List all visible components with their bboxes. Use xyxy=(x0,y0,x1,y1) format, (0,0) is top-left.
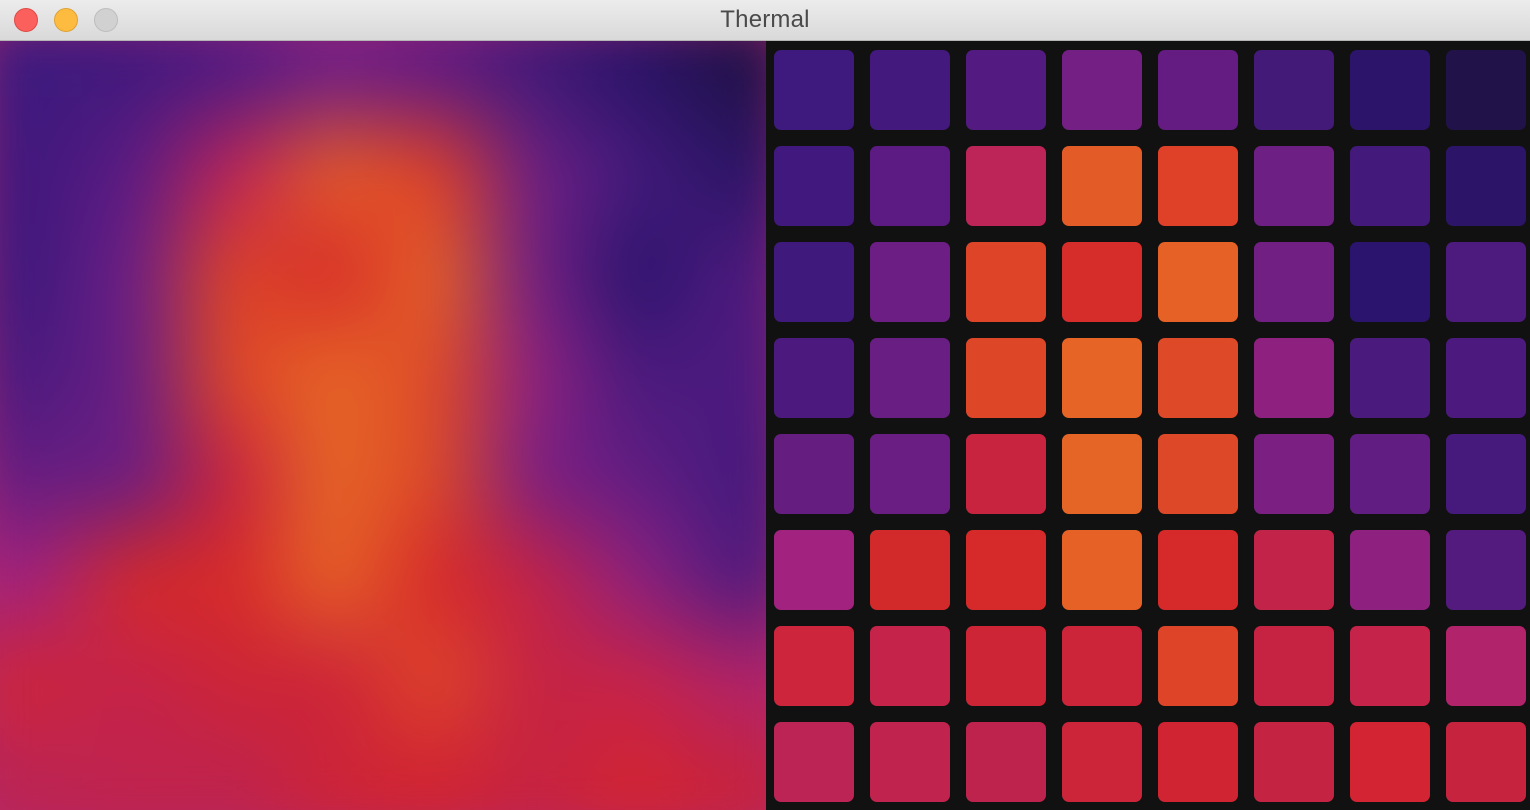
sensor-pixel-grid xyxy=(766,41,1530,810)
heatmap-canvas xyxy=(0,41,766,810)
sensor-cell-r6-c7 xyxy=(1446,626,1526,706)
sensor-cell-r3-c1 xyxy=(870,338,950,418)
sensor-cell-r5-c0 xyxy=(774,530,854,610)
sensor-cell-r5-c7 xyxy=(1446,530,1526,610)
sensor-cell-r4-c5 xyxy=(1254,434,1334,514)
sensor-cell-r5-c2 xyxy=(966,530,1046,610)
sensor-cell-r3-c6 xyxy=(1350,338,1430,418)
sensor-cell-r0-c1 xyxy=(870,50,950,130)
sensor-cell-r6-c1 xyxy=(870,626,950,706)
interpolated-thermal-image xyxy=(0,41,766,810)
window-title: Thermal xyxy=(720,6,810,33)
sensor-cell-r0-c7 xyxy=(1446,50,1526,130)
sensor-cell-r6-c6 xyxy=(1350,626,1430,706)
sensor-cell-r7-c0 xyxy=(774,722,854,802)
sensor-cell-r5-c4 xyxy=(1158,530,1238,610)
sensor-cell-r5-c5 xyxy=(1254,530,1334,610)
thermal-content xyxy=(0,41,1530,810)
sensor-cell-r1-c3 xyxy=(1062,146,1142,226)
sensor-cell-r4-c1 xyxy=(870,434,950,514)
sensor-cell-r3-c2 xyxy=(966,338,1046,418)
sensor-cell-r1-c4 xyxy=(1158,146,1238,226)
sensor-cell-r1-c1 xyxy=(870,146,950,226)
sensor-cell-r3-c4 xyxy=(1158,338,1238,418)
sensor-cell-r0-c6 xyxy=(1350,50,1430,130)
sensor-cell-r2-c4 xyxy=(1158,242,1238,322)
sensor-cell-r7-c1 xyxy=(870,722,950,802)
sensor-cell-r4-c3 xyxy=(1062,434,1142,514)
sensor-cell-r4-c4 xyxy=(1158,434,1238,514)
sensor-cell-r3-c3 xyxy=(1062,338,1142,418)
sensor-cell-r0-c3 xyxy=(1062,50,1142,130)
sensor-cell-r0-c4 xyxy=(1158,50,1238,130)
sensor-cell-r0-c2 xyxy=(966,50,1046,130)
sensor-cell-r6-c2 xyxy=(966,626,1046,706)
sensor-cell-r3-c7 xyxy=(1446,338,1526,418)
sensor-cell-r7-c7 xyxy=(1446,722,1526,802)
sensor-cell-r4-c7 xyxy=(1446,434,1526,514)
sensor-cell-r2-c0 xyxy=(774,242,854,322)
sensor-cell-r6-c4 xyxy=(1158,626,1238,706)
sensor-cell-r3-c0 xyxy=(774,338,854,418)
sensor-cell-r4-c2 xyxy=(966,434,1046,514)
sensor-cell-r1-c0 xyxy=(774,146,854,226)
sensor-cell-r4-c0 xyxy=(774,434,854,514)
sensor-cell-r2-c7 xyxy=(1446,242,1526,322)
sensor-cell-r7-c2 xyxy=(966,722,1046,802)
sensor-cell-r0-c0 xyxy=(774,50,854,130)
sensor-cell-r0-c5 xyxy=(1254,50,1334,130)
sensor-cell-r6-c3 xyxy=(1062,626,1142,706)
sensor-cell-r1-c7 xyxy=(1446,146,1526,226)
sensor-cell-r5-c1 xyxy=(870,530,950,610)
sensor-cell-r1-c2 xyxy=(966,146,1046,226)
sensor-cell-r2-c3 xyxy=(1062,242,1142,322)
sensor-cell-r7-c3 xyxy=(1062,722,1142,802)
sensor-cell-r2-c6 xyxy=(1350,242,1430,322)
sensor-cell-r7-c5 xyxy=(1254,722,1334,802)
sensor-cell-r2-c5 xyxy=(1254,242,1334,322)
sensor-cell-r6-c0 xyxy=(774,626,854,706)
title-bar[interactable]: Thermal xyxy=(0,0,1530,41)
sensor-cell-r2-c1 xyxy=(870,242,950,322)
sensor-cell-r5-c6 xyxy=(1350,530,1430,610)
sensor-cell-r2-c2 xyxy=(966,242,1046,322)
thermal-window: Thermal xyxy=(0,0,1530,810)
sensor-cell-r5-c3 xyxy=(1062,530,1142,610)
sensor-cell-r3-c5 xyxy=(1254,338,1334,418)
sensor-cell-r7-c4 xyxy=(1158,722,1238,802)
sensor-cell-r6-c5 xyxy=(1254,626,1334,706)
sensor-cell-r4-c6 xyxy=(1350,434,1430,514)
sensor-cell-r1-c5 xyxy=(1254,146,1334,226)
sensor-cell-r7-c6 xyxy=(1350,722,1430,802)
sensor-cell-r1-c6 xyxy=(1350,146,1430,226)
